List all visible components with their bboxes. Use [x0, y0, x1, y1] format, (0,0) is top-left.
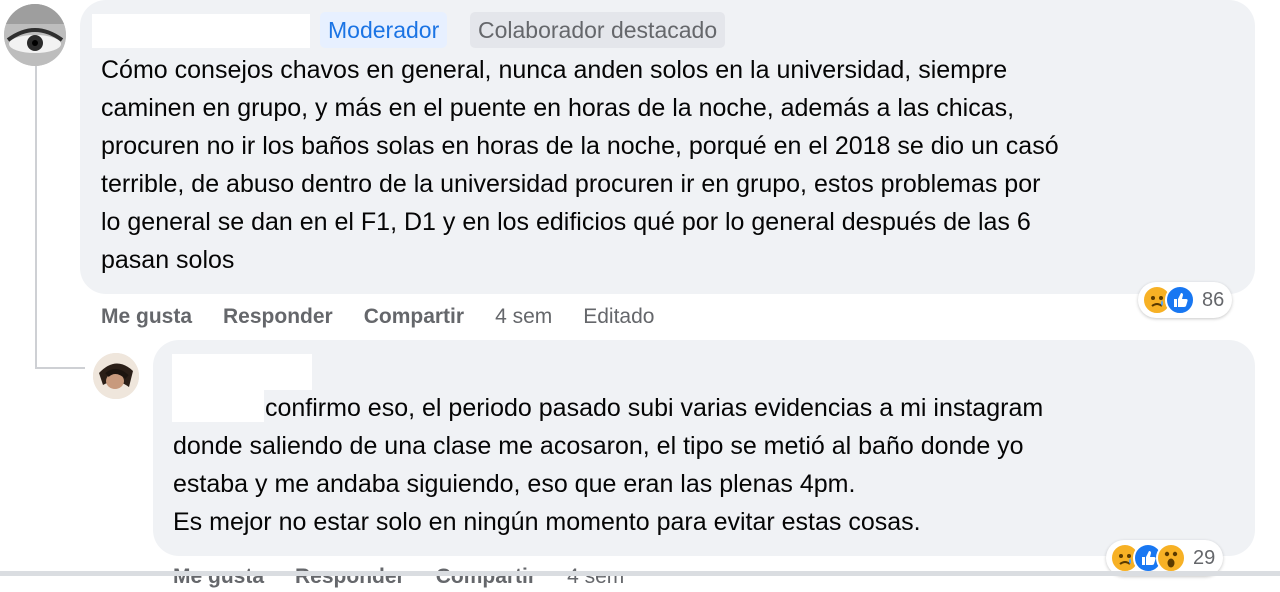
reactions-summary[interactable]: 86	[1138, 282, 1233, 318]
thread-line-branch	[35, 367, 85, 369]
reply-avatar[interactable]	[93, 353, 139, 399]
reaction-count: 86	[1202, 288, 1225, 311]
edited-label: Editado	[583, 305, 655, 328]
wow-reaction-icon	[1156, 543, 1186, 573]
person-avatar-image	[93, 353, 139, 399]
reply-author-redacted[interactable]	[172, 354, 312, 390]
reply-actions: Me gusta Responder Compartir 4 sem	[173, 562, 655, 592]
share-button[interactable]: Compartir	[364, 305, 464, 329]
reply-button[interactable]: Responder	[223, 305, 333, 329]
reply-reply-button[interactable]: Responder	[295, 565, 405, 589]
like-button[interactable]: Me gusta	[101, 305, 192, 329]
reply-share-button[interactable]: Compartir	[436, 565, 536, 589]
moderator-badge: Moderador	[320, 12, 448, 48]
like-reaction-icon	[1165, 285, 1195, 315]
avatar[interactable]	[4, 4, 66, 66]
comment-text: Cómo consejos chavos en general, nunca a…	[101, 56, 1059, 274]
viewport-bottom-edge	[0, 571, 1280, 576]
thread-line	[35, 64, 37, 369]
top-contributor-badge: Colaborador destacado	[470, 12, 726, 48]
timestamp[interactable]: 4 sem	[495, 305, 552, 329]
reply-timestamp[interactable]: 4 sem	[567, 565, 624, 589]
reply-like-button[interactable]: Me gusta	[173, 565, 264, 589]
comment-actions: Me gusta Responder Compartir 4 sem Edita…	[101, 300, 685, 334]
reaction-count: 29	[1193, 546, 1216, 569]
author-name-redacted[interactable]	[92, 14, 310, 48]
reply-text: confirmo eso, el periodo pasado subi var…	[173, 394, 1044, 536]
eye-avatar-image	[4, 4, 66, 66]
